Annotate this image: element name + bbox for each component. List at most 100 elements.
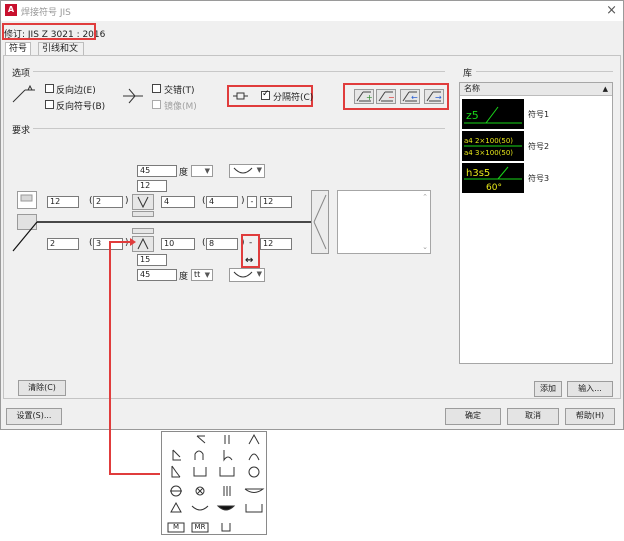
palette-mr-symbol[interactable]: MR [190,520,210,534]
library-item-2-name[interactable]: 符号2 [528,141,549,152]
upper-close-paren: ) [125,196,129,206]
upper-weld-symbol-button[interactable] [132,194,154,210]
sort-up-icon: ▲ [602,85,608,93]
add-leader-button[interactable]: + [354,89,374,104]
tail-icon [313,194,327,250]
scroll-down-icon[interactable]: ⌄ [422,243,428,251]
mirror-checkbox[interactable] [152,100,161,109]
upper-angle-dropdown[interactable]: ▼ [191,165,213,177]
library-list[interactable]: 名称 ▲ z5 符号1 a4 2×100(50) a4 3×100(50) 符号… [459,82,613,364]
help-button[interactable]: 帮助(H) [565,408,615,425]
tab-symbol[interactable]: 符号 [5,42,31,55]
lower-length-field[interactable]: 10 [161,238,195,250]
lower-symbol-separator-button[interactable] [132,228,154,234]
upper-pitch-field[interactable]: 12 [260,196,292,208]
chevron-down-icon: ▼ [256,270,262,278]
cancel-button[interactable]: 取消 [507,408,559,425]
library-item-1-name[interactable]: 符号1 [528,109,549,120]
svg-text:+: + [366,93,373,102]
library-column-name: 名称 [464,84,480,93]
library-import-button[interactable]: 输入... [567,381,613,397]
reverse-symbol-checkbox[interactable] [45,100,54,109]
library-thumb-2-graphic: a4 2×100(50) a4 3×100(50) [464,137,522,157]
upper-angle-field[interactable]: 45 [137,165,177,177]
tab-leader-text[interactable]: 引线和文字 [38,42,84,66]
convex-contour-icon [233,271,253,278]
lower-open-paren: ( [89,238,93,248]
library-item-3-name[interactable]: 符号3 [528,173,549,184]
svg-text:→: → [435,93,442,102]
move-right-icon: → [426,91,442,102]
weld-symbol-dialog: A 焊接符号 JIS × 修订: JIS Z 3021 : 2016 符号 引线… [0,0,624,475]
staggered-checkbox[interactable] [152,84,161,93]
ok-button[interactable]: 确定 [445,408,501,425]
upper-root-gap-field[interactable]: 12 [137,180,167,192]
tail-button[interactable] [311,190,329,254]
title-bar: A 焊接符号 JIS × [1,1,623,21]
clear-button[interactable]: 清除(C) [18,380,66,396]
lower-count-field[interactable]: 8 [206,238,238,250]
requirements-divider [33,128,445,129]
upper-angle-unit: 度 [179,168,189,178]
weld-symbol-palette: M MR [161,431,267,535]
library-thumb-3[interactable]: h3s5 60° [462,163,524,193]
svg-text:−: − [388,93,395,102]
lower-pitch-field[interactable]: 12 [260,238,292,250]
chevron-down-icon: ▼ [204,271,210,279]
annotation-connector [109,238,160,475]
lower-contour-dropdown[interactable]: ▼ [229,268,265,282]
concave-contour-icon [233,167,253,174]
flag-icon [20,194,33,202]
move-leader-right-button[interactable]: → [424,89,444,104]
flag-preview[interactable] [17,191,37,209]
library-thumb-3-line2: 60° [486,183,502,193]
svg-text:←: ← [411,93,418,102]
library-thumb-2[interactable]: a4 2×100(50) a4 3×100(50) [462,131,524,161]
settings-button[interactable]: 设置(S)... [6,408,62,425]
chevron-down-icon: ▼ [256,166,262,174]
scroll-up-icon[interactable]: ⌃ [422,193,428,201]
library-thumb-3-graphic: h3s5 60° [464,166,522,193]
remove-leader-icon: − [378,91,395,102]
upper-depth-field[interactable]: 12 [47,196,79,208]
library-thumb-1[interactable]: z5 [462,99,524,129]
separator-preview-icon [233,92,248,100]
separator-checkbox[interactable] [261,89,270,100]
library-thumb-2-line1: a4 2×100(50) [464,137,513,145]
close-icon[interactable]: × [606,3,617,18]
library-add-button[interactable]: 添加 [534,381,562,397]
chevron-down-icon: ▼ [204,167,210,175]
autocad-logo-icon: A [5,4,17,16]
requirements-heading: 要求 [12,126,31,136]
upper-count-field[interactable]: 4 [206,196,238,208]
upper-open-paren: ( [89,196,93,206]
options-divider [33,71,445,72]
reverse-side-checkbox[interactable] [45,84,54,93]
upper-size-field[interactable]: 2 [93,196,123,208]
mirror-label: 镜像(M) [164,102,197,112]
upper-contour-dropdown[interactable]: ▼ [229,164,265,178]
lower-finish-dropdown[interactable]: tt ▼ [191,269,213,281]
upper-dash-field[interactable]: - [247,196,257,208]
palette-m-symbol[interactable]: M [166,520,186,534]
library-thumb-3-line1: h3s5 [466,168,490,179]
remove-leader-button[interactable]: − [376,89,396,104]
staggered-arrow-icon: ↔ [245,255,254,266]
staggered-label: 交错(T) [164,86,195,96]
tail-note-text-area[interactable]: ⌃ ⌄ [337,190,431,254]
upper-close-paren-2: ) [241,196,245,206]
move-leader-left-button[interactable]: ← [400,89,420,104]
lower-depth-field[interactable]: 2 [47,238,79,250]
lower-open-paren-2: ( [202,238,206,248]
library-thumb-1-graphic: z5 [464,106,522,124]
v-groove-icon [137,196,149,209]
library-divider [476,71,613,72]
staggered-preview-icon [123,88,143,104]
reverse-symbol-label: 反向符号(B) [56,102,106,112]
separator-label: 分隔符(C) [273,93,314,103]
reverse-side-label: 反向边(E) [56,86,96,96]
annotation-box-revision [2,23,96,40]
upper-length-field[interactable]: 4 [161,196,195,208]
library-column-header[interactable]: 名称 ▲ [460,83,612,96]
lower-angle-unit: 度 [179,272,189,282]
